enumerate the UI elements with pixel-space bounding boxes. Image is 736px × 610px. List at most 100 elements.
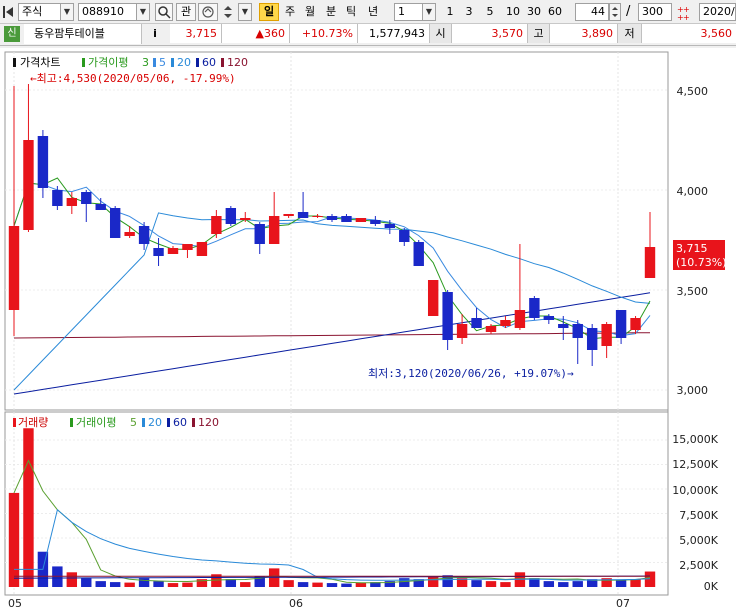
volume-bar [572, 581, 583, 587]
interval-30[interactable]: 30 [524, 3, 544, 21]
volume-bar [283, 580, 294, 587]
vol-tick-12500k: 12,500K [672, 458, 718, 471]
candle-body [485, 326, 497, 332]
vol-tick-5000k: 5,000K [679, 534, 718, 547]
stock-chart[interactable]: 가격차트 가격이평 3 5 20 60 120 ←최고:4,530(2020/0… [0, 48, 736, 610]
period-tick[interactable]: 틱 [342, 3, 360, 21]
x-label-06: 06 [289, 597, 303, 610]
candle-body [268, 216, 280, 244]
svg-text:+: + [683, 13, 690, 21]
volume-bar [240, 582, 251, 587]
extra-dropdown-icon[interactable]: ▼ [238, 3, 252, 21]
candle-body [529, 298, 540, 318]
candle-body [240, 218, 251, 220]
max-annotation: ←최고:4,530(2020/05/06, -17.99%) [30, 72, 236, 85]
price-tick-4000: 4,000 [677, 185, 709, 198]
period-month[interactable]: 월 [301, 3, 319, 21]
total-count-input[interactable]: 300 [638, 3, 672, 21]
candle-body [283, 214, 294, 216]
candle-body [399, 230, 410, 242]
volume-bar [225, 579, 237, 587]
interval-dropdown-icon[interactable]: ▼ [422, 3, 436, 21]
candle-body [167, 248, 179, 254]
updown-spinner-icon[interactable] [220, 3, 236, 21]
legend-ma120: 120 [227, 56, 248, 69]
candle-body [615, 310, 627, 338]
legend-ma5: 5 [159, 56, 166, 69]
period-week[interactable]: 주 [281, 3, 299, 21]
candle-body [384, 224, 396, 228]
period-day[interactable]: 일 [259, 3, 279, 21]
count-input[interactable]: 44 [575, 3, 609, 21]
candle-body [254, 224, 265, 244]
volume-bar [485, 581, 497, 587]
interval-10[interactable]: 10 [503, 3, 523, 21]
volume-bar [543, 581, 555, 587]
candle-body [196, 242, 208, 256]
volume-bar [138, 578, 150, 587]
volume-bar [109, 582, 121, 587]
volume-bar [124, 582, 135, 587]
date-input[interactable]: 2020/0 [699, 3, 736, 21]
interval-5[interactable]: 5 [482, 3, 498, 21]
x-label-07: 07 [616, 597, 630, 610]
high-label: 고 [528, 24, 550, 43]
legend-vol-ma20: 20 [148, 416, 162, 429]
candle-body [124, 232, 135, 236]
price-tick-3500: 3,500 [677, 285, 709, 298]
volume-bar [297, 582, 309, 587]
candle-body [543, 316, 555, 320]
vol-tick-0k: 0K [704, 580, 719, 593]
candle-body [644, 247, 656, 278]
volume-bar [81, 578, 92, 587]
vol-tick-2500k: 2,500K [679, 559, 718, 572]
vol-tick-15000k: 15,000K [672, 433, 718, 446]
interval-select[interactable]: 1 [394, 3, 424, 21]
interval-60[interactable]: 60 [545, 3, 565, 21]
candle-body [471, 318, 482, 328]
stock-code-dropdown-icon[interactable]: ▼ [136, 3, 150, 21]
current-price: 3,715 [170, 24, 222, 43]
candle-body [297, 212, 309, 218]
low-label: 저 [618, 24, 642, 43]
new-listing-badge: 신 [4, 26, 20, 42]
candle-body [95, 204, 106, 210]
candle-body [312, 216, 323, 217]
candle-body [500, 320, 511, 326]
market-type-select[interactable]: 주식 [18, 3, 62, 21]
volume-bar [52, 566, 63, 587]
min-annotation: 최저:3,120(2020/06/26, +19.07%)→ [368, 367, 574, 380]
candle-body [326, 216, 338, 220]
period-year[interactable]: 년 [363, 3, 383, 21]
candle-body [182, 244, 193, 250]
count-spinner-icon[interactable] [609, 3, 621, 21]
interval-3[interactable]: 3 [461, 3, 477, 21]
slash-separator: / [626, 4, 631, 19]
legend-ma20: 20 [177, 56, 191, 69]
nav-arrow-icon[interactable] [3, 5, 15, 19]
sync-icon[interactable] [198, 3, 218, 21]
stock-code-input[interactable]: 088910 [78, 3, 138, 21]
search-icon[interactable] [155, 3, 173, 21]
market-type-dropdown-icon[interactable]: ▼ [60, 3, 74, 21]
candle-body [8, 226, 20, 310]
interest-button[interactable]: 관 [176, 3, 196, 21]
volume-bar [8, 492, 20, 587]
candle-body [52, 190, 63, 206]
zoom-icon[interactable]: + + + + [675, 3, 693, 22]
interval-1[interactable]: 1 [442, 3, 458, 21]
candle-body [225, 208, 237, 224]
candle-body [153, 248, 164, 256]
candle-body [586, 328, 598, 350]
candle-body [370, 220, 381, 224]
candle-body [413, 242, 424, 266]
legend-ma60: 60 [202, 56, 216, 69]
volume-bar [167, 583, 179, 587]
period-minute[interactable]: 분 [322, 3, 340, 21]
change-percent: +10.73% [290, 24, 358, 43]
volume-bar [23, 428, 34, 587]
info-button[interactable]: i [146, 25, 164, 43]
candle-body [211, 216, 222, 234]
volume: 1,577,943 [358, 24, 430, 43]
candle-body [66, 198, 78, 206]
